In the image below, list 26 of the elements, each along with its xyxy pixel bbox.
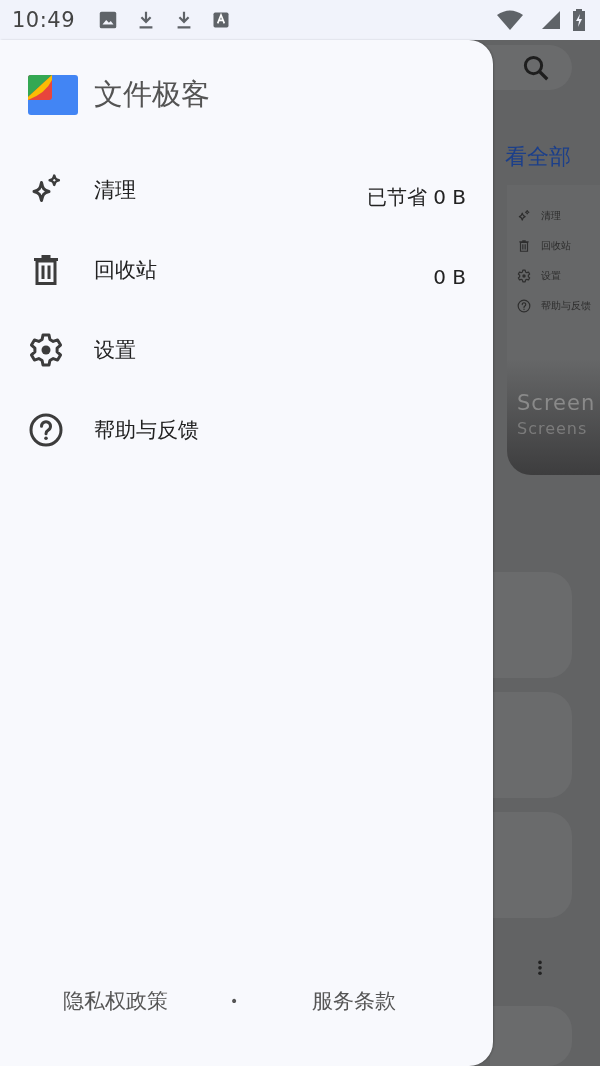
- battery-icon: [572, 8, 586, 32]
- clock: 10:49: [12, 8, 76, 32]
- item-value: 已节省 0 B: [366, 183, 466, 211]
- drawer-item[interactable]: 回收站 0 B: [0, 230, 493, 310]
- terms-link[interactable]: 服务条款: [312, 987, 397, 1015]
- app-logo: [28, 75, 78, 115]
- wifi-icon: [496, 9, 524, 31]
- signal-icon: [540, 9, 562, 31]
- drawer-item[interactable]: 设置: [0, 310, 493, 390]
- help-icon: [28, 412, 64, 448]
- item-value: 0 B: [433, 264, 466, 289]
- category-card[interactable]: [490, 1006, 572, 1066]
- app-title: 文件极客: [94, 76, 210, 113]
- drawer-item[interactable]: 清理 已节省 0 B: [0, 150, 493, 230]
- font-icon: [211, 10, 232, 30]
- settings-icon: [28, 332, 64, 368]
- sparkle-icon: [517, 209, 531, 224]
- drawer-item[interactable]: 帮助与反馈: [0, 390, 493, 470]
- trash-icon: [517, 239, 531, 254]
- category-card[interactable]: [490, 572, 572, 679]
- privacy-link[interactable]: 隐私权政策: [63, 987, 168, 1015]
- category-card[interactable]: [490, 812, 572, 919]
- settings-icon: [517, 269, 531, 284]
- separator-dot: •: [230, 993, 239, 1009]
- help-icon: [517, 299, 531, 314]
- category-card[interactable]: [490, 692, 572, 799]
